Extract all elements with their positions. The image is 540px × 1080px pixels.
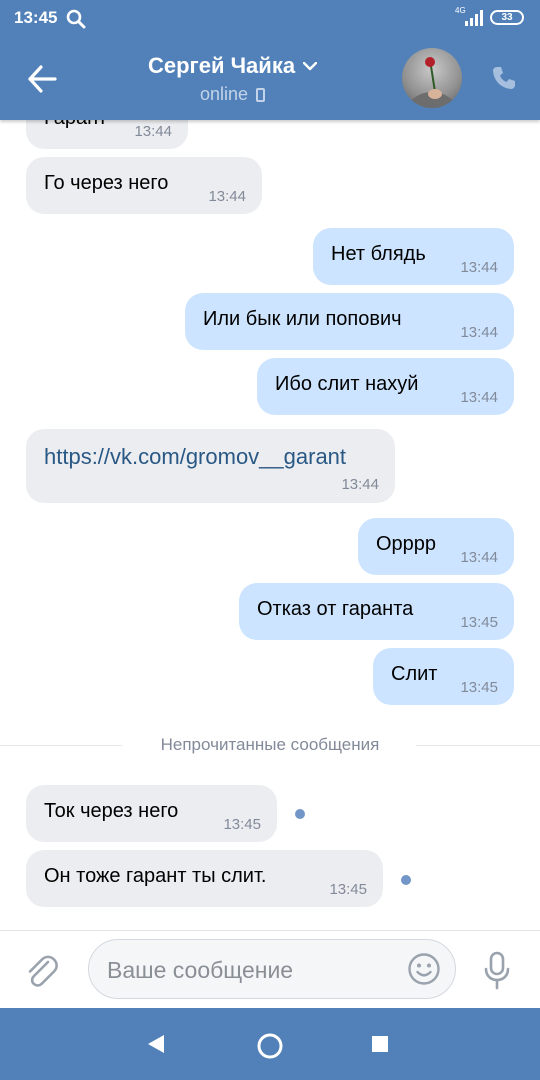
system-nav-bar <box>0 1008 540 1080</box>
chat-header: Сергей Чайка online <box>0 36 540 120</box>
online-label: online <box>200 84 249 104</box>
message-time: 13:44 <box>460 549 498 566</box>
message-text: Отказ от гаранта <box>257 598 414 620</box>
smile-icon[interactable] <box>407 952 441 986</box>
message-time: 13:45 <box>460 679 498 696</box>
message-bubble-outgoing[interactable]: Или бык или попович 13:44 <box>185 293 514 350</box>
message-bubble-outgoing[interactable]: Отказ от гаранта 13:45 <box>239 583 514 640</box>
message-time: 13:44 <box>460 324 498 341</box>
composer <box>0 930 540 1009</box>
microphone-icon[interactable] <box>482 951 512 991</box>
phone-icon[interactable] <box>490 64 518 92</box>
search-icon <box>66 9 86 29</box>
message-text: Слит <box>391 663 438 685</box>
unread-divider: Непрочитанные сообщения <box>0 735 540 755</box>
signal-icon <box>465 10 483 26</box>
message-text: Гарант <box>44 120 107 130</box>
contact-name-button[interactable]: Сергей Чайка <box>148 52 318 80</box>
status-bar: 13:45 4G 33 <box>0 0 540 36</box>
message-text: Орррр <box>376 533 437 555</box>
message-input-box[interactable] <box>88 939 456 999</box>
chevron-down-icon <box>303 61 318 70</box>
message-bubble-incoming[interactable]: Ток через него 13:45 <box>26 785 277 842</box>
message-text: Ибо слит нахуй <box>275 373 419 395</box>
nav-home-icon[interactable] <box>256 1032 284 1060</box>
message-input[interactable] <box>105 954 399 986</box>
avatar[interactable] <box>402 48 462 108</box>
status-time: 13:45 <box>14 8 58 27</box>
battery-indicator: 33 <box>490 10 524 25</box>
message-bubble-outgoing[interactable]: Слит 13:45 <box>373 648 514 705</box>
message-time: 13:45 <box>329 881 367 898</box>
unread-dot <box>401 875 411 885</box>
message-time: 13:44 <box>341 476 379 493</box>
unread-dot <box>295 809 305 819</box>
rose-icon <box>408 57 456 108</box>
message-time: 13:45 <box>460 614 498 631</box>
message-text: Го через него <box>44 172 169 194</box>
message-time: 13:44 <box>134 123 172 140</box>
mobile-icon <box>256 87 266 102</box>
message-text: Ток через него <box>44 800 179 822</box>
message-time: 13:45 <box>223 816 261 833</box>
online-status: online <box>200 84 266 105</box>
message-list[interactable]: Гарант 13:44 Го через него 13:44 Нет бля… <box>0 120 540 930</box>
message-bubble-incoming[interactable]: https://vk.com/gromov__garant 13:44 <box>26 429 395 503</box>
message-text: Он тоже гарант ты слит. <box>44 865 267 887</box>
back-arrow-icon[interactable] <box>26 64 58 94</box>
paperclip-icon[interactable] <box>24 953 60 989</box>
message-link[interactable]: https://vk.com/gromov__garant <box>44 444 346 470</box>
message-text: Нет блядь <box>331 243 426 265</box>
contact-name: Сергей Чайка <box>148 53 296 78</box>
nav-back-icon[interactable] <box>146 1034 166 1054</box>
message-bubble-incoming[interactable]: Он тоже гарант ты слит. 13:45 <box>26 850 383 907</box>
message-time: 13:44 <box>460 389 498 406</box>
message-bubble-incoming[interactable]: Го через него 13:44 <box>26 157 262 214</box>
message-time: 13:44 <box>460 259 498 276</box>
message-bubble-outgoing[interactable]: Ибо слит нахуй 13:44 <box>257 358 514 415</box>
message-time: 13:44 <box>208 188 246 205</box>
unread-divider-label: Непрочитанные сообщения <box>142 735 398 754</box>
message-bubble-incoming[interactable]: Гарант 13:44 <box>26 120 188 149</box>
message-text: Или бык или попович <box>203 308 402 330</box>
message-bubble-outgoing[interactable]: Орррр 13:44 <box>358 518 514 575</box>
message-bubble-outgoing[interactable]: Нет блядь 13:44 <box>313 228 514 285</box>
nav-recents-icon[interactable] <box>372 1036 388 1052</box>
